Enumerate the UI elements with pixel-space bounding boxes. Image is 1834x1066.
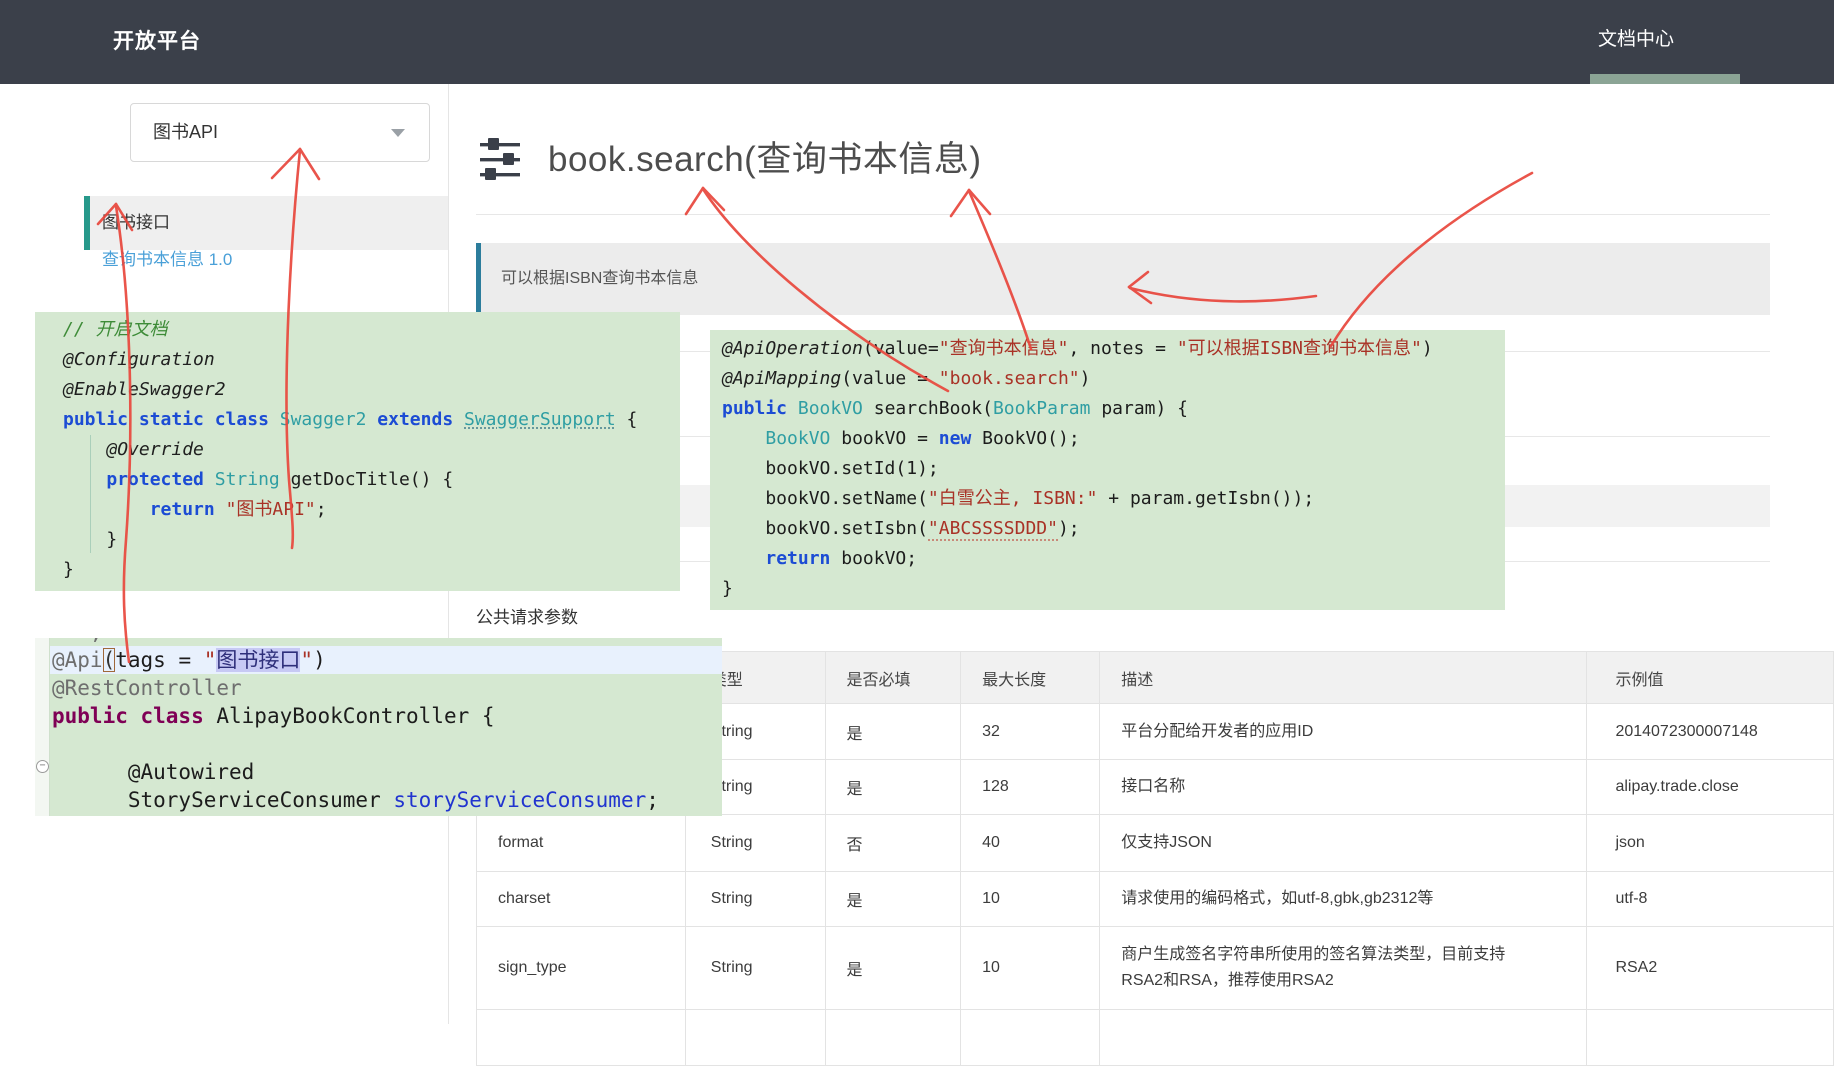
table-cell-empty (685, 1010, 825, 1066)
column-header: 是否必填 (825, 652, 961, 704)
code-line: , (35, 638, 722, 646)
sidebar-group-label: 图书接口 (102, 196, 170, 250)
params-section-title: 公共请求参数 (476, 605, 578, 631)
table-cell-param: charset (477, 872, 686, 927)
code-line: BookVO bookVO = new BookVO(); (710, 424, 1505, 454)
sidebar-item-doc-link[interactable]: 查询书本信息 1.0 (102, 248, 232, 272)
table-row: charsetString是10请求使用的编码格式，如utf-8,gbk,gb2… (477, 872, 1834, 927)
table-row: sign_typeString是10商户生成签名字符串所使用的签名算法类型，目前… (477, 927, 1834, 1010)
code-line: public static class Swagger2 extends Swa… (35, 405, 680, 435)
code-line: @EnableSwagger2 (35, 375, 680, 405)
code-line: @Api(tags = "图书接口") (35, 646, 722, 674)
code-line: // 开启文档 (35, 315, 680, 345)
api-select-dropdown[interactable]: 图书API (130, 103, 430, 162)
info-banner-bar (476, 243, 481, 315)
editor-gutter (35, 638, 50, 816)
table-cell-max_len: 10 (961, 872, 1100, 927)
column-header: 描述 (1100, 652, 1587, 704)
table-cell-example: utf-8 (1587, 872, 1834, 927)
info-banner: 可以根据ISBN查询书本信息 (476, 243, 1770, 315)
table-cell-required: 是 (825, 872, 961, 927)
table-cell-required: 否 (825, 815, 961, 872)
table-cell-example: alipay.trade.close (1587, 760, 1834, 815)
code-line: @Autowired (35, 758, 722, 786)
table-cell-max_len: 10 (961, 927, 1100, 1010)
chevron-down-icon (391, 129, 405, 137)
active-group-bar (84, 196, 90, 250)
code-line: @Override (35, 435, 680, 465)
table-cell-required: 是 (825, 760, 961, 815)
code-line: StoryServiceConsumer storyServiceConsume… (35, 786, 722, 814)
code-line (35, 730, 722, 758)
table-cell-required: 是 (825, 704, 961, 760)
page-title: book.search(查询书本信息) (548, 136, 981, 184)
code-line: } (710, 574, 1505, 604)
table-cell-max_len: 32 (961, 704, 1100, 760)
code-line: public class AlipayBookController { (35, 702, 722, 730)
page: { "navbar": { "brand": "开放平台", "doc_cent… (0, 0, 1834, 1024)
api-select-value: 图书API (153, 104, 218, 161)
table-cell-desc: 仅支持JSON (1100, 815, 1587, 872)
code-screenshot-book-controller: − ,@Api(tags = "图书接口")@RestControllerpub… (35, 638, 722, 816)
code-line: return bookVO; (710, 544, 1505, 574)
code-line: @ApiMapping(value = "book.search") (710, 364, 1505, 394)
active-tab-indicator (1590, 74, 1740, 84)
code-line: public BookVO searchBook(BookParam param… (710, 394, 1505, 424)
table-cell-empty (1100, 1010, 1587, 1066)
code-line: } (35, 555, 680, 585)
table-cell-desc: 平台分配给开发者的应用ID (1100, 704, 1587, 760)
code-line: bookVO.setName("白雪公主, ISBN:" + param.get… (710, 484, 1505, 514)
table-cell-desc: 商户生成签名字符串所使用的签名算法类型，目前支持RSA2和RSA，推荐使用RSA… (1100, 927, 1587, 1010)
code-line: @Configuration (35, 345, 680, 375)
table-cell-max_len: 40 (961, 815, 1100, 872)
table-cell-empty (1587, 1010, 1834, 1066)
sliders-icon (480, 136, 524, 184)
column-header: 示例值 (1587, 652, 1834, 704)
table-cell-param: sign_type (477, 927, 686, 1010)
code-line: return "图书API"; (35, 495, 680, 525)
table-cell-required: 是 (825, 927, 961, 1010)
table-cell-desc: 接口名称 (1100, 760, 1587, 815)
table-cell-example: RSA2 (1587, 927, 1834, 1010)
code-line: @ApiOperation(value="查询书本信息", notes = "可… (710, 334, 1505, 364)
table-row-partial (477, 1010, 1834, 1066)
divider (476, 214, 1770, 215)
brand-title: 开放平台 (113, 0, 201, 84)
code-line: @RestController (35, 674, 722, 702)
column-header: 最大长度 (961, 652, 1100, 704)
code-line: } (35, 525, 680, 555)
table-row: formatString否40仅支持JSONjson (477, 815, 1834, 872)
top-navbar: 开放平台 文档中心 (0, 0, 1834, 84)
table-cell-example: 2014072300007148 (1587, 704, 1834, 760)
table-cell-max_len: 128 (961, 760, 1100, 815)
code-line: bookVO.setIsbn("ABCSSSSDDD"); (710, 514, 1505, 544)
code-screenshot-swagger-config: // 开启文档@Configuration@EnableSwagger2publ… (35, 312, 680, 591)
table-cell-empty (961, 1010, 1100, 1066)
code-line: protected String getDocTitle() { (35, 465, 680, 495)
code-line: bookVO.setId(1); (710, 454, 1505, 484)
indent-guide (90, 435, 91, 553)
table-cell-type: String (685, 872, 825, 927)
table-cell-param: format (477, 815, 686, 872)
table-cell-empty (825, 1010, 961, 1066)
code-screenshot-search-method: @ApiOperation(value="查询书本信息", notes = "可… (710, 330, 1505, 610)
table-cell-type: String (685, 815, 825, 872)
table-cell-empty (477, 1010, 686, 1066)
sidebar-item-book-api-group[interactable]: 图书接口 (84, 196, 448, 250)
table-cell-desc: 请求使用的编码格式，如utf-8,gbk,gb2312等 (1100, 872, 1587, 927)
info-banner-text: 可以根据ISBN查询书本信息 (501, 243, 698, 315)
nav-item-doc-center[interactable]: 文档中心 (1590, 0, 1682, 84)
table-cell-example: json (1587, 815, 1834, 872)
collapse-minus-icon: − (36, 760, 49, 773)
table-cell-type: String (685, 927, 825, 1010)
